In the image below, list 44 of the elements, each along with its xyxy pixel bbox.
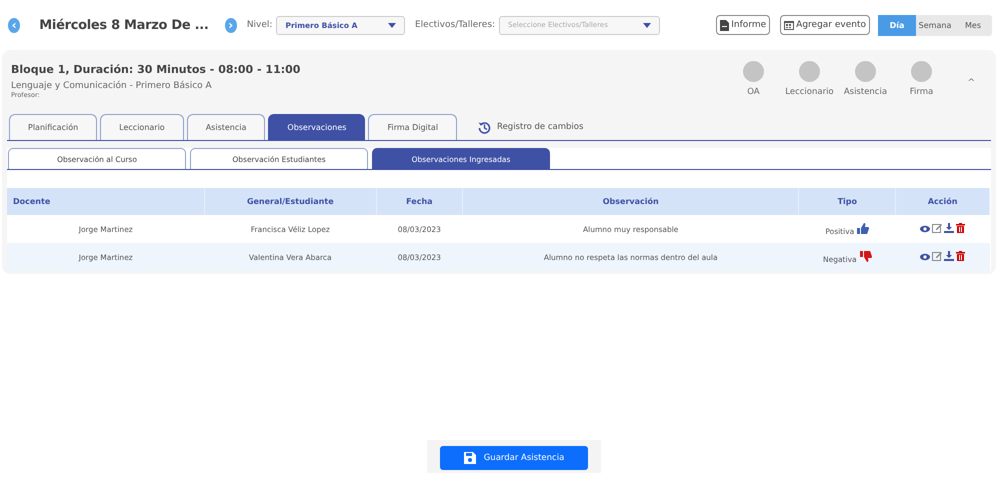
column-header: Observación: [462, 188, 799, 215]
calendar-icon: [784, 20, 794, 30]
collapse-button[interactable]: ^: [967, 78, 975, 88]
caret-icon: [643, 22, 652, 28]
step-label: Leccionario: [785, 87, 834, 97]
history-icon: [478, 120, 492, 134]
save-button[interactable]: Guardar Asistencia: [440, 446, 588, 470]
date-title: Miércoles 8 Marzo De ...: [39, 18, 209, 32]
block-title: Bloque 1, Duración: 30 Minutos - 08:00 - 11:00: [11, 63, 302, 76]
edit-icon[interactable]: [932, 223, 942, 233]
subject-text: Lenguaje y Comunicación - Primero Básico A: [11, 81, 213, 91]
download-icon[interactable]: [944, 223, 954, 233]
view-icon[interactable]: [920, 225, 930, 233]
history-link[interactable]: Registro de cambios: [497, 122, 584, 132]
step-label: OA: [747, 87, 760, 97]
step-label: Firma: [910, 87, 934, 97]
view-tab[interactable]: Semana: [916, 14, 954, 36]
column-header: Acción: [896, 188, 990, 215]
step-circle: [742, 61, 764, 82]
column-header: Fecha: [376, 188, 463, 215]
column-header: Docente: [7, 188, 204, 215]
tab[interactable]: Firma Digital: [368, 114, 458, 140]
tab[interactable]: Asistencia: [186, 114, 266, 140]
electives-label: Electivos/Talleres:: [414, 20, 496, 30]
report-button[interactable]: Informe: [716, 15, 770, 35]
column-header: Tipo: [798, 188, 896, 215]
level-label: Nivel:: [246, 20, 272, 30]
tab[interactable]: Observaciones: [268, 114, 366, 140]
trash-icon[interactable]: [956, 223, 966, 233]
step-label: Asistencia: [844, 87, 888, 97]
tab[interactable]: Planificación: [9, 114, 98, 140]
document-icon: [720, 20, 730, 30]
view-icon[interactable]: [920, 253, 930, 261]
view-tab[interactable]: Mes: [954, 14, 992, 36]
trash-icon[interactable]: [956, 251, 966, 261]
column-header: General/Estudiante: [204, 188, 376, 215]
step-circle: [854, 61, 876, 82]
add-event-button[interactable]: Agregar evento: [780, 15, 870, 35]
step-circle: [910, 61, 932, 82]
edit-icon[interactable]: [932, 251, 942, 261]
step-circle: [798, 61, 820, 82]
caret-icon: [388, 22, 396, 28]
download-icon[interactable]: [944, 251, 954, 261]
tab[interactable]: Leccionario: [100, 114, 184, 140]
